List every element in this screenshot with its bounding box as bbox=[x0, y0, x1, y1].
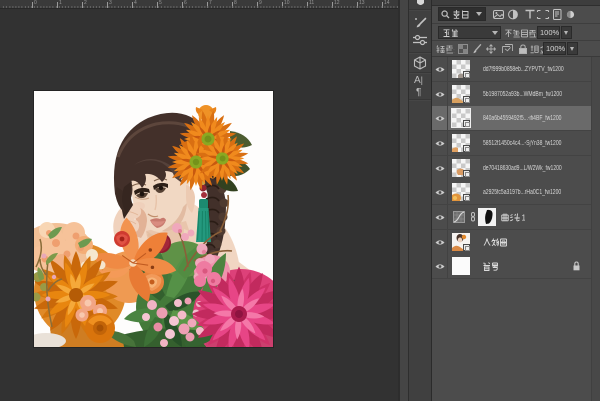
svg-text:1: 1 bbox=[522, 214, 526, 223]
